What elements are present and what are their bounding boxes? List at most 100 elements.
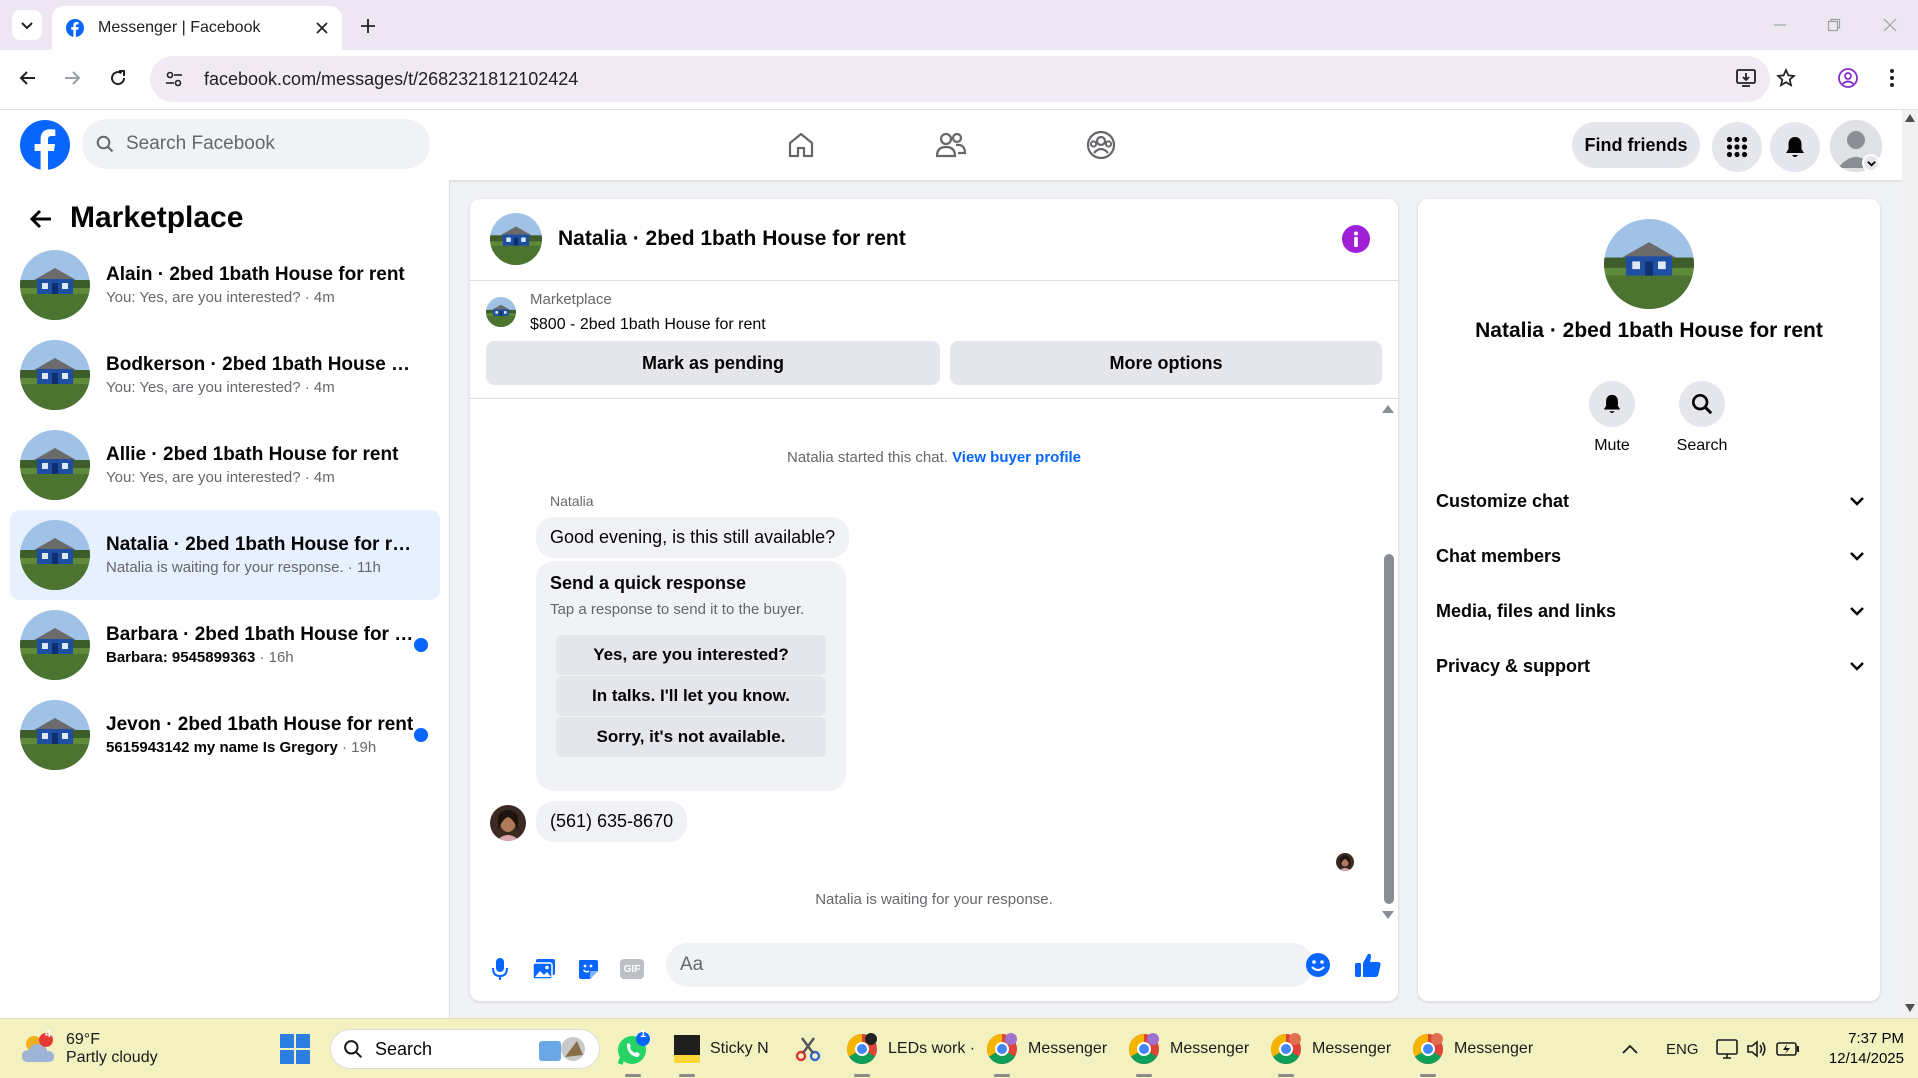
listing-price[interactable]: $800 - 2bed 1bath House for rent [530,316,766,334]
message-bubble[interactable]: (561) 635-8670 [536,801,688,842]
taskbar-chrome-messenger-4[interactable]: Messenger [1412,1019,1533,1078]
conversation-item-active[interactable]: Natalia · 2bed 1bath House for rent Nata… [10,510,440,600]
forward-button[interactable] [54,60,90,96]
chrome-icon [986,1033,1017,1065]
sender-avatar[interactable] [490,805,526,841]
close-tab-icon[interactable] [316,22,328,34]
facebook-search-input[interactable]: Search Facebook [82,119,430,169]
weather-widget[interactable]: 4 69°F Partly cloudy [20,1019,158,1078]
quick-response-yes-button[interactable]: Yes, are you interested? [556,635,826,675]
conversation-item-unread[interactable]: Barbara · 2bed 1bath House for r... Barb… [10,602,440,688]
taskbar-whatsapp[interactable]: 1 [616,1019,650,1078]
conversation-item[interactable]: Bodkerson · 2bed 1bath House for ... You… [10,332,440,418]
mute-button[interactable] [1589,381,1635,427]
taskbar-clock[interactable]: 7:37 PM 12/14/2025 [1829,1029,1904,1069]
view-buyer-profile-link[interactable]: View buyer profile [952,449,1081,466]
search-action[interactable]: Search [1662,381,1742,455]
tab-search-dropdown[interactable] [12,10,42,40]
media-files-links-row[interactable]: Media, files and links [1436,585,1864,637]
close-window-button[interactable] [1876,12,1904,38]
conversation-item-unread[interactable]: Jevon · 2bed 1bath House for rent 561594… [10,692,440,778]
facebook-logo-icon[interactable] [20,120,70,170]
reload-button[interactable] [100,60,136,96]
nav-home[interactable] [776,122,826,168]
home-icon [788,132,814,158]
conversation-info-button[interactable] [1342,225,1370,253]
conversation-name: Allie · 2bed 1bath House for rent [106,444,399,465]
address-bar[interactable]: facebook.com/messages/t/2682321812102424 [150,56,1770,102]
taskbar-chrome-messenger-3[interactable]: Messenger [1270,1019,1391,1078]
find-friends-button[interactable]: Find friends [1572,122,1700,168]
emoji-button[interactable] [1300,947,1336,983]
scroll-down-arrow-icon[interactable] [1382,911,1394,919]
more-options-button[interactable]: More options [950,341,1382,385]
conversation-preview: Barbara: 9545899363 · 16h [106,648,416,668]
browser-toolbar: facebook.com/messages/t/2682321812102424 [0,50,1918,110]
chevron-down-icon [1850,607,1864,616]
show-hidden-icons-button[interactable] [1622,1019,1638,1078]
taskbar-chrome-messenger-1[interactable]: Messenger [986,1019,1107,1078]
browser-tab-messenger[interactable]: Messenger | Facebook [52,6,342,50]
notifications-button[interactable] [1770,122,1820,172]
star-icon [1776,68,1796,88]
chevron-down-icon [1866,160,1876,167]
taskbar-sticky-notes[interactable]: Sticky N [674,1019,769,1078]
page-scrollbar[interactable] [1902,110,1918,1018]
install-app-button[interactable] [1728,60,1764,96]
sticker-button[interactable] [570,951,606,987]
quick-response-not-available-button[interactable]: Sorry, it's not available. [556,717,826,757]
new-tab-button[interactable] [352,10,384,42]
preview-text: Barbara: 9545899363 [106,649,256,666]
mute-action[interactable]: Mute [1572,381,1652,455]
back-button[interactable] [10,60,46,96]
profile-button[interactable] [1830,60,1866,96]
back-arrow-button[interactable] [24,202,58,236]
chat-members-row[interactable]: Chat members [1436,530,1864,582]
menu-grid-button[interactable] [1712,122,1762,172]
search-icon [1691,393,1713,415]
voice-clip-button[interactable] [482,951,518,987]
mark-as-pending-button[interactable]: Mark as pending [486,341,940,385]
scroll-up-arrow-icon[interactable] [1905,114,1915,122]
scroll-up-arrow-icon[interactable] [1382,405,1394,413]
bookmark-button[interactable] [1768,60,1804,96]
taskbar-snipping-tool[interactable] [794,1019,822,1078]
taskbar-search-box[interactable]: Search [330,1029,600,1069]
message-input[interactable]: Aa [666,943,1314,987]
account-menu-chevron[interactable] [1862,154,1880,172]
listing-thumbnail[interactable] [486,297,516,327]
privacy-support-row[interactable]: Privacy & support [1436,640,1864,692]
messages-scrollbar-thumb[interactable] [1384,554,1394,904]
volume-icon [1747,1040,1766,1058]
info-avatar[interactable] [1604,219,1694,309]
system-tray-icons[interactable] [1716,1019,1800,1078]
chrome-icon [1270,1033,1301,1065]
nav-friends[interactable] [926,122,976,168]
mute-label: Mute [1594,437,1630,454]
scroll-down-arrow-icon[interactable] [1905,1004,1915,1012]
minimize-button[interactable] [1766,12,1794,38]
browser-menu-button[interactable] [1874,60,1910,96]
start-button[interactable] [280,1019,310,1078]
message-bubble[interactable]: Good evening, is this still available? [536,517,850,558]
language-indicator[interactable]: ENG [1666,1019,1699,1078]
conversation-item[interactable]: Alain · 2bed 1bath House for rent You: Y… [10,242,440,328]
conversation-item[interactable]: Allie · 2bed 1bath House for rent You: Y… [10,422,440,508]
customize-chat-row[interactable]: Customize chat [1436,475,1864,527]
clock-date: 12/14/2025 [1828,1050,1904,1067]
chevron-down-icon [1850,662,1864,671]
row-label: Media, files and links [1436,600,1617,621]
send-like-button[interactable] [1350,947,1386,983]
search-in-conversation-button[interactable] [1679,381,1725,427]
taskbar-chrome-leds[interactable]: LEDs work · [846,1019,975,1078]
nav-groups[interactable] [1076,122,1126,168]
taskbar-chrome-messenger-2[interactable]: Messenger [1128,1019,1249,1078]
quick-response-in-talks-button[interactable]: In talks. I'll let you know. [556,676,826,716]
site-settings-icon[interactable] [164,69,184,89]
attach-photo-button[interactable] [526,951,562,987]
restore-button[interactable] [1820,12,1848,38]
leds-work-label: LEDs work · [888,1040,976,1057]
gif-button[interactable]: GIF [614,951,650,987]
chat-avatar[interactable] [490,213,542,265]
chat-title[interactable]: Natalia · 2bed 1bath House for rent [558,227,906,251]
